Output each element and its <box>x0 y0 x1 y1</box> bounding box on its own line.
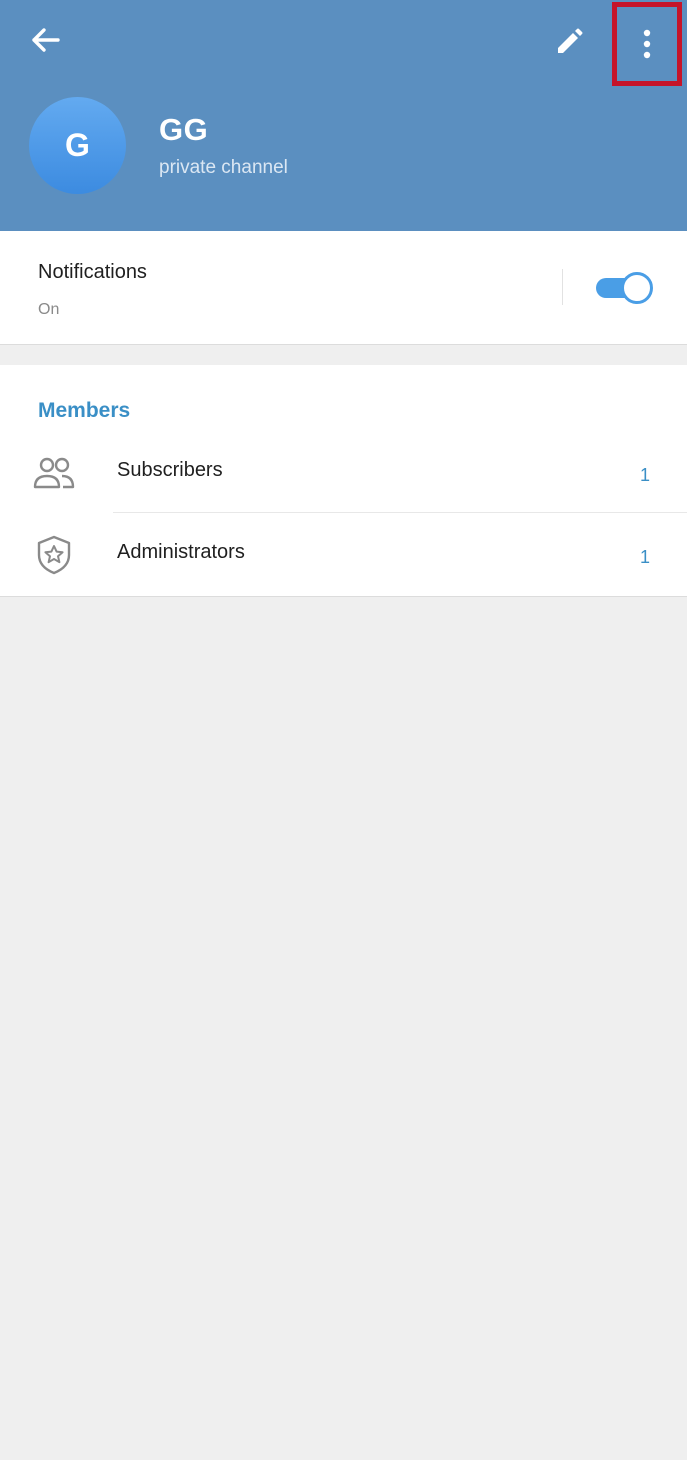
users-icon <box>32 453 76 493</box>
toggle-knob <box>621 272 653 304</box>
notifications-toggle[interactable] <box>596 272 653 304</box>
more-options-button[interactable] <box>612 2 682 86</box>
notifications-label: Notifications <box>38 261 147 283</box>
channel-type: private channel <box>159 157 288 178</box>
profile-header: G GG private channel <box>0 0 687 231</box>
subscribers-count: 1 <box>640 465 651 485</box>
edit-button[interactable] <box>544 18 594 66</box>
shield-star-icon <box>32 535 76 575</box>
notifications-row[interactable]: Notifications On <box>0 231 687 345</box>
subscribers-row[interactable]: Subscribers 1 <box>0 431 687 513</box>
channel-avatar[interactable]: G <box>29 97 126 194</box>
pencil-icon <box>558 28 583 53</box>
administrators-label: Administrators <box>117 541 245 563</box>
administrators-row[interactable]: Administrators 1 <box>0 513 687 595</box>
vertical-divider <box>562 269 563 305</box>
administrators-count: 1 <box>640 547 651 567</box>
more-vertical-icon <box>643 29 651 59</box>
members-section: Members Subscribers 1 Administrators 1 <box>0 365 687 597</box>
arrow-left-icon <box>32 28 60 52</box>
channel-name: GG <box>159 112 209 147</box>
back-button[interactable] <box>20 18 70 62</box>
avatar-letter: G <box>65 127 90 163</box>
notifications-status: On <box>38 301 60 318</box>
subscribers-label: Subscribers <box>117 459 223 481</box>
members-section-header: Members <box>38 399 131 422</box>
